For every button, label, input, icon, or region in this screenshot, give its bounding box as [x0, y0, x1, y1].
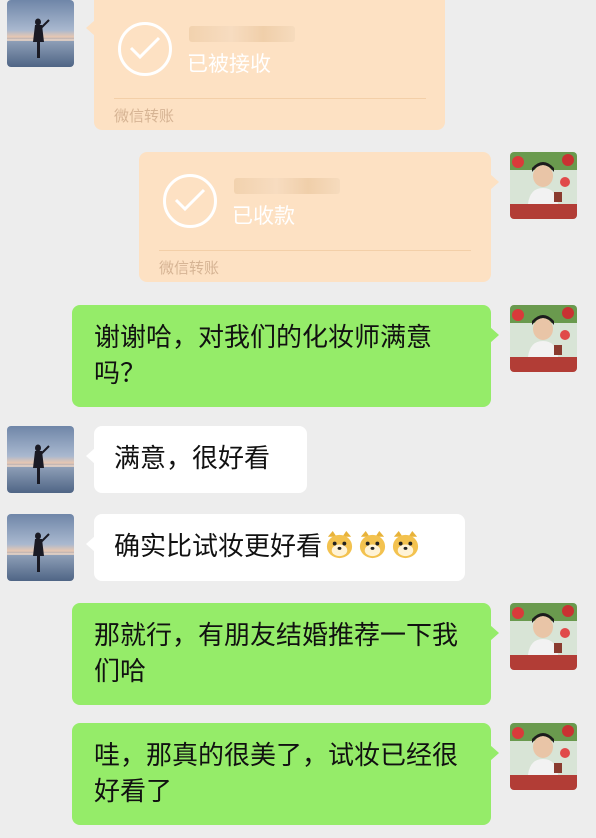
self-avatar[interactable] — [510, 723, 577, 790]
blurred-amount — [234, 178, 340, 194]
contact-avatar[interactable] — [7, 0, 74, 67]
divider — [159, 250, 471, 251]
divider — [114, 98, 426, 99]
message-bubble-sent[interactable]: 谢谢哈，对我们的化妆师满意吗？ — [72, 305, 499, 407]
self-avatar[interactable] — [510, 305, 577, 372]
transfer-footer: 微信转账 — [159, 259, 220, 277]
contact-avatar[interactable] — [7, 426, 74, 493]
doge-emoji-group — [322, 530, 421, 562]
message-text: 确实比试妆更好看 — [114, 532, 323, 562]
check-icon — [163, 174, 217, 228]
doge-emoji — [392, 530, 419, 559]
doge-emoji — [326, 530, 353, 559]
message-bubble-received[interactable]: 确实比试妆更好看 — [86, 514, 465, 581]
transfer-card-collected[interactable]: 已收款 微信转账 — [139, 152, 499, 282]
blurred-amount — [189, 26, 295, 42]
message-text: 谢谢哈，对我们的化妆师满意吗？ — [94, 323, 433, 389]
transfer-status: 已收款 — [232, 204, 295, 228]
message-bubble-received[interactable]: 满意，很好看 — [86, 426, 307, 493]
self-avatar[interactable] — [510, 152, 577, 219]
transfer-footer: 微信转账 — [114, 107, 175, 125]
doge-emoji — [359, 530, 386, 559]
message-text: 满意，很好看 — [114, 444, 271, 474]
message-bubble-sent[interactable]: 那就行，有朋友结婚推荐一下我们哈 — [72, 603, 499, 705]
self-avatar[interactable] — [510, 603, 577, 670]
transfer-card-received[interactable]: 已被接收 微信转账 — [86, 0, 445, 130]
check-icon — [118, 22, 172, 76]
message-text: 那就行，有朋友结婚推荐一下我们哈 — [94, 621, 459, 687]
message-bubble-sent[interactable]: 哇，那真的很美了，试妆已经很好看了 — [72, 723, 499, 825]
message-text: 哇，那真的很美了，试妆已经很好看了 — [94, 741, 459, 807]
contact-avatar[interactable] — [7, 514, 74, 581]
transfer-status: 已被接收 — [187, 52, 271, 76]
